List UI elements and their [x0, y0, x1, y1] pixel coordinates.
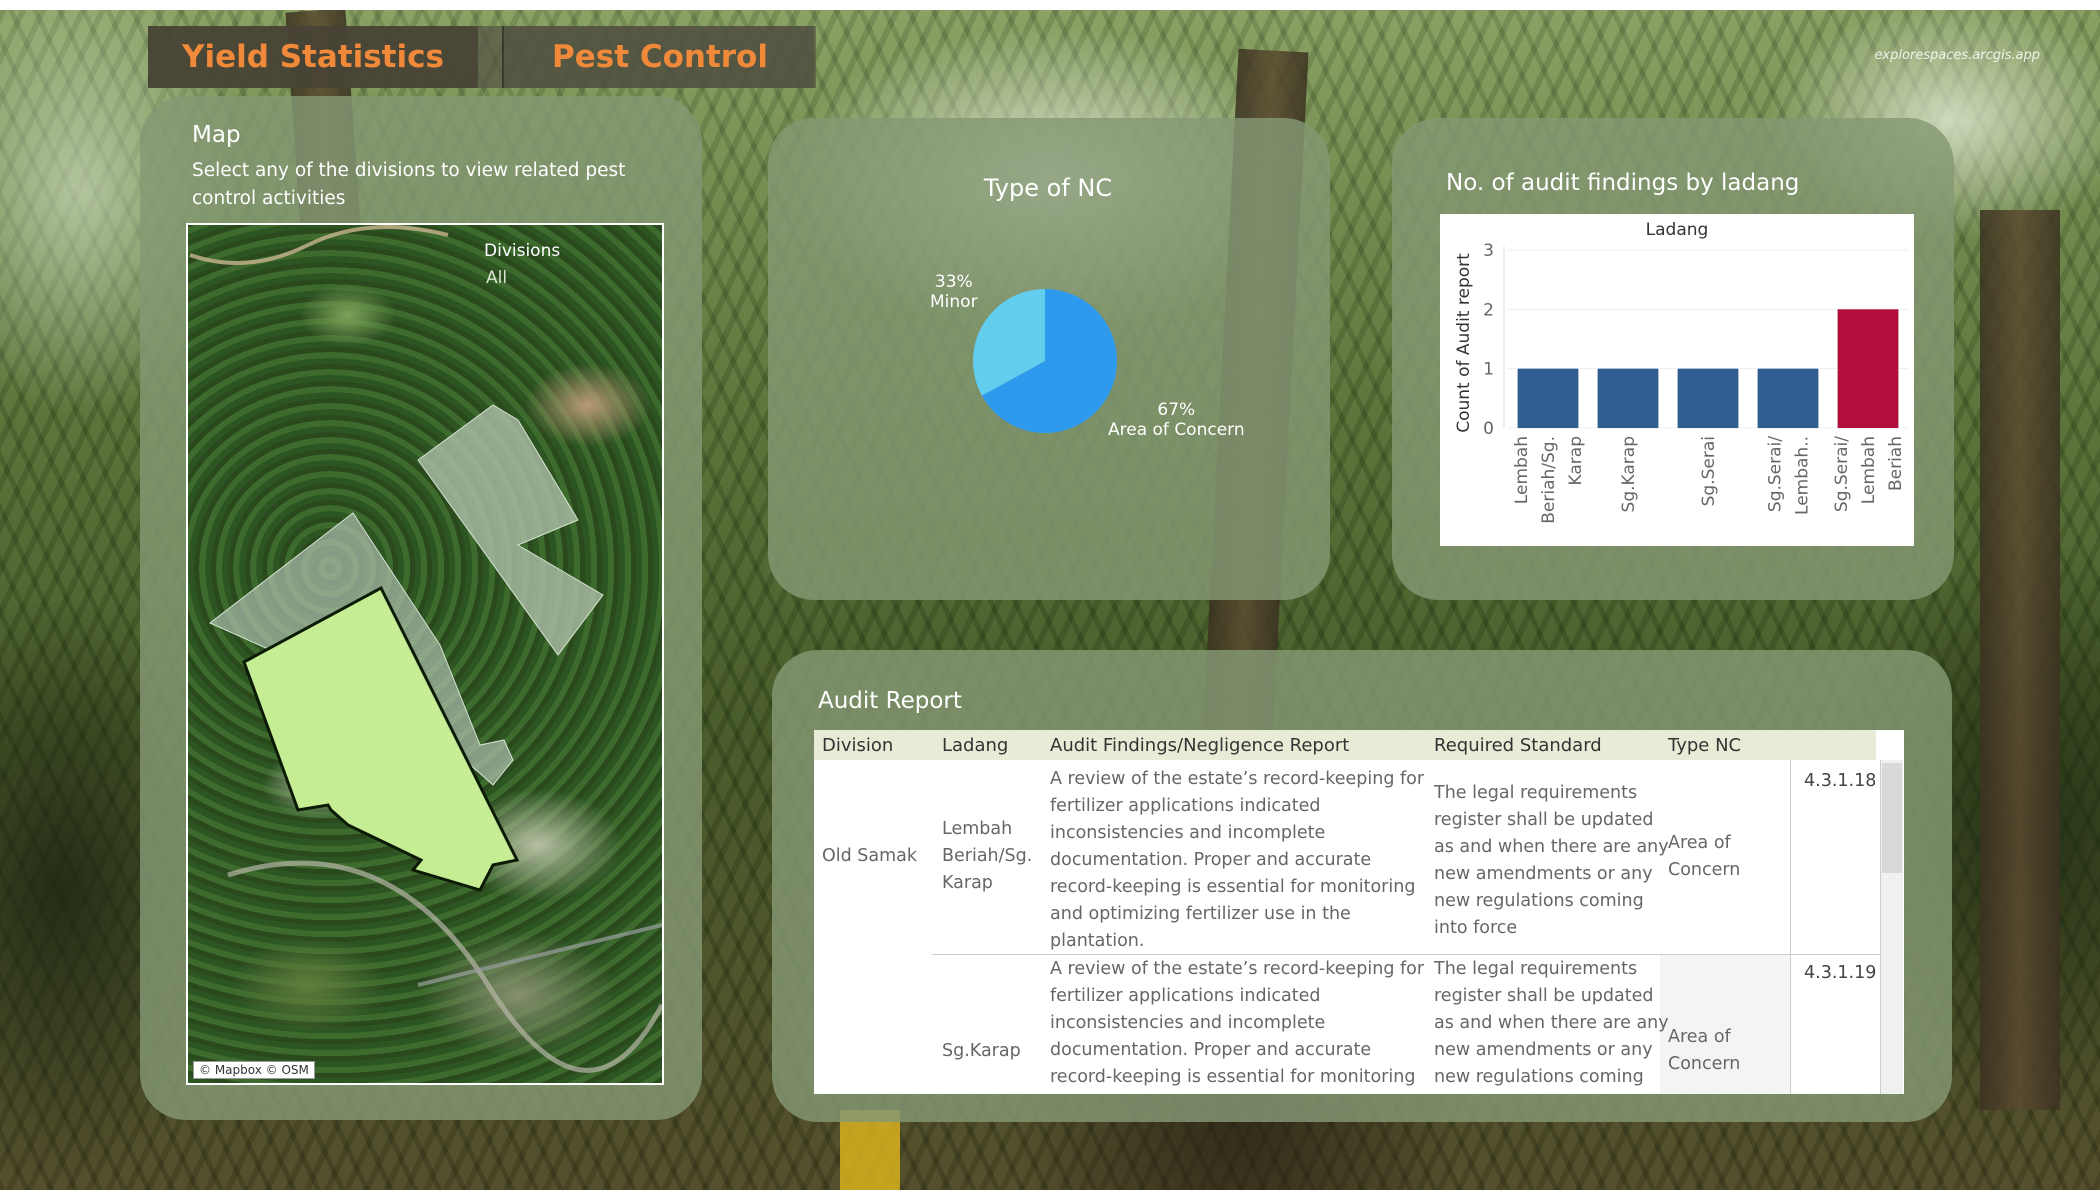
audit-findings-title: No. of audit findings by ladang — [1446, 170, 1800, 196]
audit-report-title: Audit Report — [818, 688, 962, 714]
row2-type-nc-line: Concern — [1668, 1054, 1741, 1074]
x-tick-label: Sg.Karap — [1619, 436, 1639, 512]
division-cell: Old Samak — [822, 846, 918, 866]
bar-chart-svg: Count of Audit report 0 1 2 3 Lembah Beriah/Sg… — [1454, 241, 1908, 524]
nc-type-title: Type of NC — [983, 174, 1113, 202]
bar-1[interactable] — [1517, 368, 1579, 428]
bar-3[interactable] — [1677, 368, 1739, 428]
row2-type-nc-line: Area of — [1668, 1027, 1731, 1047]
row2-ladang: Sg.Karap — [942, 1038, 1021, 1065]
pie-label-minor-name: Minor — [930, 292, 978, 312]
row1-ladang: Lembah Beriah/Sg. Karap — [942, 816, 1032, 897]
row1-ladang-line: Lembah — [942, 819, 1013, 839]
y-tick-label: 0 — [1483, 419, 1494, 439]
col-type-nc: Type NC — [1668, 735, 1742, 756]
map-subtitle: Select any of the divisions to view rela… — [192, 157, 625, 213]
col-audit-findings: Audit Findings/Negligence Report — [1050, 735, 1350, 756]
row1-finding: A review of the estate’s record-keeping … — [1050, 766, 1424, 955]
row1-standard-line: new amendments or any — [1434, 864, 1653, 884]
row2-finding-line: inconsistencies and incomplete — [1050, 1013, 1326, 1033]
bar-2[interactable] — [1597, 368, 1659, 428]
y-tick-label: 1 — [1483, 360, 1494, 380]
row2-finding-line: A review of the estate’s record-keeping … — [1050, 959, 1425, 979]
row1-standard-line: The legal requirements — [1434, 783, 1638, 803]
table-scrollbar-thumb[interactable] — [1882, 763, 1902, 873]
map-credit[interactable]: © Mapbox © OSM — [193, 1061, 315, 1079]
row2-finding-line: documentation. Proper and accurate — [1050, 1040, 1372, 1060]
row1-type-nc-line: Area of — [1668, 833, 1731, 853]
row1-code: 4.3.1.18 — [1804, 771, 1877, 791]
row1-finding-line: A review of the estate’s record-keeping … — [1050, 769, 1425, 789]
row1-finding-line: plantation. — [1050, 931, 1145, 951]
x-tick-label: Sg.Serai/Lembah.. — [1766, 436, 1813, 515]
row2-standard-line: The legal requirements — [1434, 959, 1638, 979]
row2-standard: The legal requirements register shall be… — [1434, 956, 1669, 1091]
row1-type-nc: Area of Concern — [1668, 830, 1740, 884]
col-division: Division — [822, 735, 894, 756]
y-axis-label: Count of Audit report — [1454, 253, 1474, 433]
row2-standard-line: new amendments or any — [1434, 1040, 1653, 1060]
row1-standard-line: into force — [1434, 918, 1518, 938]
map-overlays — [189, 225, 662, 1073]
row1-ladang-line: Beriah/Sg. — [942, 846, 1033, 866]
row2-ladang-line: Sg.Karap — [942, 1041, 1021, 1061]
table-divider — [1790, 760, 1791, 1094]
audit-findings-chart: Ladang Count of Audit report 0 1 2 3 Lembah Be… — [1440, 214, 1914, 546]
map-subtitle-line1: Select any of the divisions to view rela… — [192, 160, 626, 181]
row2-code: 4.3.1.19 — [1804, 963, 1877, 983]
x-tick-label: Sg.Serai — [1699, 436, 1719, 506]
row1-finding-line: documentation. Proper and accurate — [1050, 850, 1372, 870]
map-title: Map — [192, 122, 241, 148]
tab-pest-control[interactable]: Pest Control — [502, 26, 816, 88]
x-tick-label: Lembah Beriah/Sg. Karap — [1512, 436, 1586, 524]
table-divider — [1790, 954, 1880, 955]
row2-standard-line: new regulations coming — [1434, 1067, 1644, 1087]
row2-finding-line: record-keeping is essential for monitori… — [1050, 1067, 1416, 1087]
row2-standard-line: register shall be updated — [1434, 986, 1654, 1006]
row1-finding-line: inconsistencies and incomplete — [1050, 823, 1326, 843]
bar-4[interactable] — [1757, 368, 1819, 428]
row1-ladang-line: Karap — [942, 873, 993, 893]
audit-report-table[interactable]: Division Ladang Audit Findings/Negligenc… — [814, 730, 1904, 1094]
yellow-post — [840, 1110, 900, 1190]
dashboard-tabs: Yield Statistics Pest Control — [148, 26, 816, 88]
row1-finding-line: and optimizing fertilizer use in the — [1050, 904, 1351, 924]
row1-standard-line: new regulations coming — [1434, 891, 1644, 911]
pie-label-concern-percent: 67% — [1157, 400, 1196, 420]
map-subtitle-line2: control activities — [192, 188, 346, 209]
col-ladang: Ladang — [942, 735, 1009, 756]
header-url: explorespaces.arcgis.app — [1874, 48, 2040, 63]
pie-label-concern-name: Area of Concern — [1108, 420, 1245, 440]
bar-5[interactable] — [1837, 309, 1899, 428]
nc-type-pie-chart[interactable] — [970, 286, 1120, 436]
row2-finding: A review of the estate’s record-keeping … — [1050, 956, 1424, 1091]
x-tick-label: Sg.Serai/Lembah Beriah — [1832, 436, 1906, 512]
row1-standard-line: as and when there are any — [1434, 837, 1669, 857]
y-tick-label: 3 — [1483, 241, 1494, 261]
y-tick-label: 2 — [1483, 300, 1494, 320]
row1-type-nc-line: Concern — [1668, 860, 1741, 880]
row1-finding-line: record-keeping is essential for monitori… — [1050, 877, 1416, 897]
row1-standard-line: register shall be updated — [1434, 810, 1654, 830]
divisions-filter-label: Divisions — [484, 241, 561, 261]
row1-finding-line: fertilizer applications indicated — [1050, 796, 1321, 816]
tab-yield-statistics[interactable]: Yield Statistics — [148, 26, 478, 88]
pie-label-minor-percent: 33% — [934, 272, 973, 292]
row2-finding-line: fertilizer applications indicated — [1050, 986, 1321, 1006]
pie-label-concern: 67% Area of Concern — [1108, 400, 1245, 440]
divisions-filter-value[interactable]: All — [486, 268, 507, 288]
division-polygon-north[interactable] — [417, 404, 604, 656]
division-map[interactable]: Divisions All © Mapbox © OSM — [186, 223, 664, 1085]
col-required-standard: Required Standard — [1434, 735, 1602, 756]
row2-standard-line: as and when there are any — [1434, 1013, 1669, 1033]
palm-trunk — [1980, 210, 2060, 1110]
row1-standard: The legal requirements register shall be… — [1434, 780, 1669, 942]
row2-type-nc: Area of Concern — [1668, 1024, 1740, 1078]
pie-label-minor: 33% Minor — [930, 272, 978, 312]
table-header: Division Ladang Audit Findings/Negligenc… — [814, 730, 1876, 760]
